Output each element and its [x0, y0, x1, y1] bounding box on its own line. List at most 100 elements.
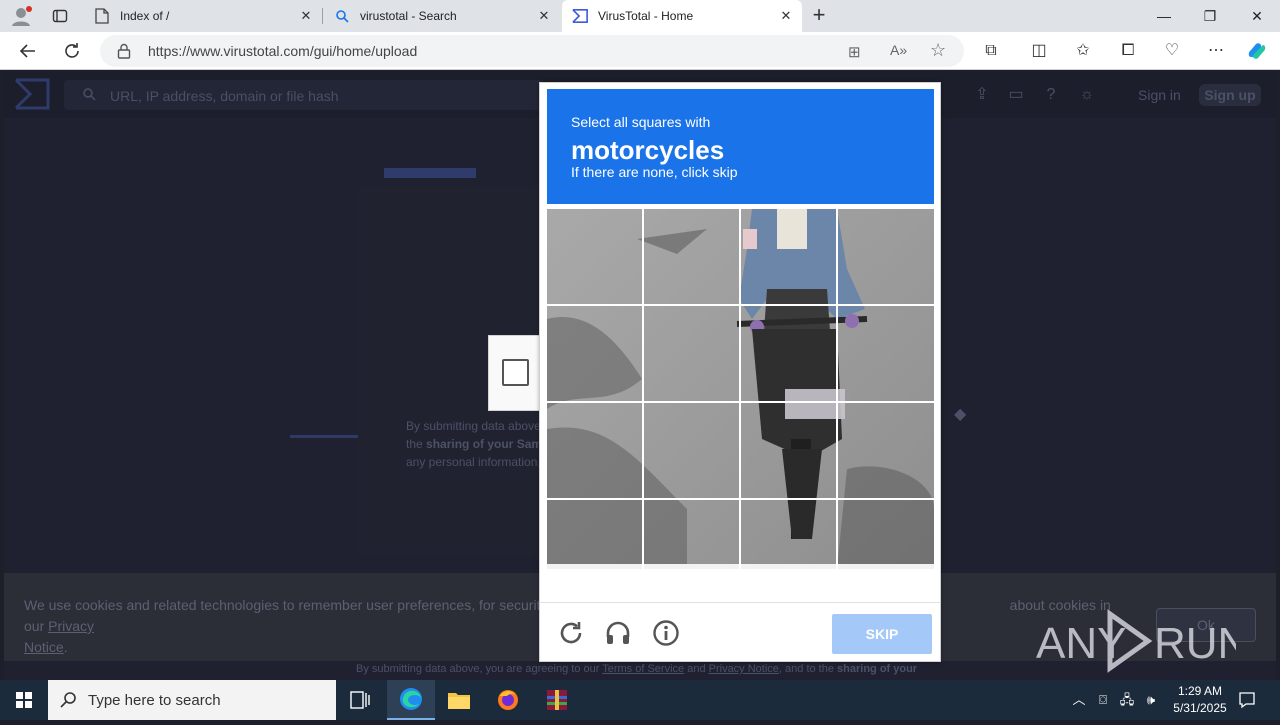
captcha-target-object: motorcycles — [571, 135, 725, 165]
notifications-icon[interactable]: ▭ — [1006, 85, 1026, 105]
taskbar-search-placeholder: Type here to search — [88, 692, 221, 709]
captcha-tile[interactable] — [644, 389, 741, 479]
browser-essentials-icon[interactable]: ♡ — [1161, 40, 1183, 62]
help-icon[interactable]: ? — [1041, 85, 1061, 105]
vt-large-logo — [380, 166, 480, 198]
captcha-tile[interactable] — [644, 479, 741, 569]
sign-up-button[interactable]: Sign up — [1199, 84, 1261, 106]
refresh-icon[interactable] — [61, 40, 83, 62]
address-bar[interactable]: https://www.virustotal.com/gui/home/uplo… — [100, 35, 964, 67]
upload-icon[interactable]: ⇪ — [972, 85, 992, 105]
taskbar-search[interactable]: Type here to search — [48, 680, 336, 720]
captcha-tile[interactable] — [547, 299, 644, 389]
app-available-icon[interactable]: ⊞ — [848, 43, 861, 61]
captcha-tile[interactable] — [741, 209, 838, 299]
winrar-icon[interactable] — [533, 680, 581, 720]
privacy-notice-link[interactable]: Privacy Notice — [709, 663, 779, 675]
task-view-icon[interactable] — [336, 680, 384, 720]
tab-title: Index of / — [120, 9, 170, 23]
new-tab-button[interactable]: + — [808, 4, 830, 26]
tab-actions-icon[interactable] — [52, 8, 68, 24]
back-icon[interactable] — [17, 40, 39, 62]
sign-in-link[interactable]: Sign in — [1138, 87, 1181, 103]
card-text-2: the sharing of your Samp — [406, 437, 550, 451]
privacy-link[interactable]: Privacy — [48, 618, 94, 634]
network-icon[interactable]: 🖧 — [1118, 691, 1136, 709]
virustotal-logo[interactable] — [14, 78, 50, 110]
captcha-tile[interactable] — [547, 479, 644, 569]
captcha-checkbox[interactable] — [502, 359, 529, 386]
profile-icon[interactable] — [10, 5, 32, 27]
close-window-icon[interactable]: ✕ — [1234, 0, 1280, 32]
search-icon — [334, 8, 350, 24]
close-tab-icon[interactable]: ✕ — [298, 8, 314, 24]
captcha-tile[interactable] — [547, 209, 644, 299]
watermark-text-right: RUN — [1154, 619, 1236, 668]
show-hidden-icons[interactable]: ︿ — [1070, 691, 1088, 709]
captcha-tile[interactable] — [837, 479, 934, 569]
clock-date: 5/31/2025 — [1173, 701, 1227, 715]
captcha-tile[interactable] — [547, 389, 644, 479]
captcha-footer: SKIP — [540, 602, 940, 662]
theme-toggle-icon[interactable]: ☼ — [1077, 85, 1097, 105]
captcha-tile[interactable] — [741, 299, 838, 389]
card-text-3: any personal information, — [406, 455, 541, 469]
device-icon[interactable]: ⌼ — [1094, 691, 1112, 709]
terms-link[interactable]: Terms of Service — [602, 663, 684, 675]
firefox-icon[interactable] — [484, 680, 532, 720]
code-icon[interactable]: ◆ — [954, 404, 966, 424]
collections-icon[interactable]: ⧠ — [1117, 40, 1139, 62]
windows-start-button[interactable] — [0, 680, 48, 720]
copilot-icon[interactable] — [1246, 40, 1268, 62]
favorites-icon[interactable]: ✩ — [1072, 40, 1094, 62]
windows-taskbar: Type here to search ︿ ⌼ 🖧 🕪 1:29 AM 5/31… — [0, 680, 1280, 720]
tab-virustotal-home[interactable]: VirusTotal - Home ✕ — [562, 0, 802, 32]
url-text[interactable]: https://www.virustotal.com/gui/home/uplo… — [148, 43, 417, 59]
vt-search-input[interactable]: URL, IP address, domain or file hash — [64, 80, 544, 110]
captcha-tile[interactable] — [741, 389, 838, 479]
clock-time: 1:29 AM — [1177, 684, 1223, 698]
notifications-icon[interactable] — [1238, 691, 1256, 709]
minimize-icon[interactable]: — — [1141, 0, 1187, 32]
document-icon — [94, 8, 110, 24]
captcha-challenge: Select all squares with motorcycles If t… — [539, 82, 941, 662]
notice-link[interactable]: Notice — [24, 639, 64, 655]
volume-icon[interactable]: 🕪 — [1142, 691, 1160, 709]
captcha-tile[interactable] — [837, 299, 934, 389]
split-screen-icon[interactable]: ◫ — [1028, 40, 1050, 62]
more-menu-icon[interactable]: ⋯ — [1205, 40, 1227, 62]
captcha-skip-hint: If there are none, click skip — [571, 164, 738, 180]
lock-icon[interactable] — [117, 43, 131, 64]
extensions-icon[interactable]: ⧉ — [980, 40, 1002, 62]
close-tab-icon[interactable]: ✕ — [778, 8, 794, 24]
tab-index-of[interactable]: Index of / ✕ — [84, 0, 322, 32]
tab-title: VirusTotal - Home — [598, 9, 694, 23]
captcha-instructions: Select all squares with motorcycles If t… — [547, 89, 934, 204]
read-aloud-icon[interactable]: A» — [890, 42, 907, 58]
tab-title: virustotal - Search — [360, 9, 457, 23]
taskbar-clock[interactable]: 1:29 AM 5/31/2025 — [1160, 683, 1240, 717]
card-text-1: By submitting data above, — [406, 419, 545, 433]
skip-button[interactable]: SKIP — [832, 614, 932, 654]
close-tab-icon[interactable]: ✕ — [536, 8, 552, 24]
tab-virustotal-search[interactable]: virustotal - Search ✕ — [324, 0, 560, 32]
captcha-tile[interactable] — [644, 299, 741, 389]
vt-search-placeholder: URL, IP address, domain or file hash — [110, 88, 339, 104]
tab-strip: Index of / ✕ virustotal - Search ✕ Virus… — [0, 0, 1280, 32]
reload-icon[interactable] — [557, 619, 585, 647]
captcha-tile[interactable] — [741, 479, 838, 569]
edge-app-icon[interactable] — [387, 680, 435, 720]
info-icon[interactable] — [652, 619, 680, 647]
captcha-tile[interactable] — [837, 389, 934, 479]
favorite-star-icon[interactable]: ☆ — [930, 40, 946, 61]
file-explorer-icon[interactable] — [435, 680, 483, 720]
footer-text: By submitting data above, you are agreei… — [356, 663, 918, 675]
captcha-checkbox-frame — [488, 335, 540, 411]
captcha-tile[interactable] — [644, 209, 741, 299]
tab-divider — [322, 8, 323, 24]
virustotal-icon — [572, 8, 588, 24]
audio-challenge-icon[interactable] — [604, 619, 632, 647]
restore-icon[interactable]: ❐ — [1187, 0, 1233, 32]
captcha-tile[interactable] — [837, 209, 934, 299]
search-icon — [82, 87, 96, 106]
